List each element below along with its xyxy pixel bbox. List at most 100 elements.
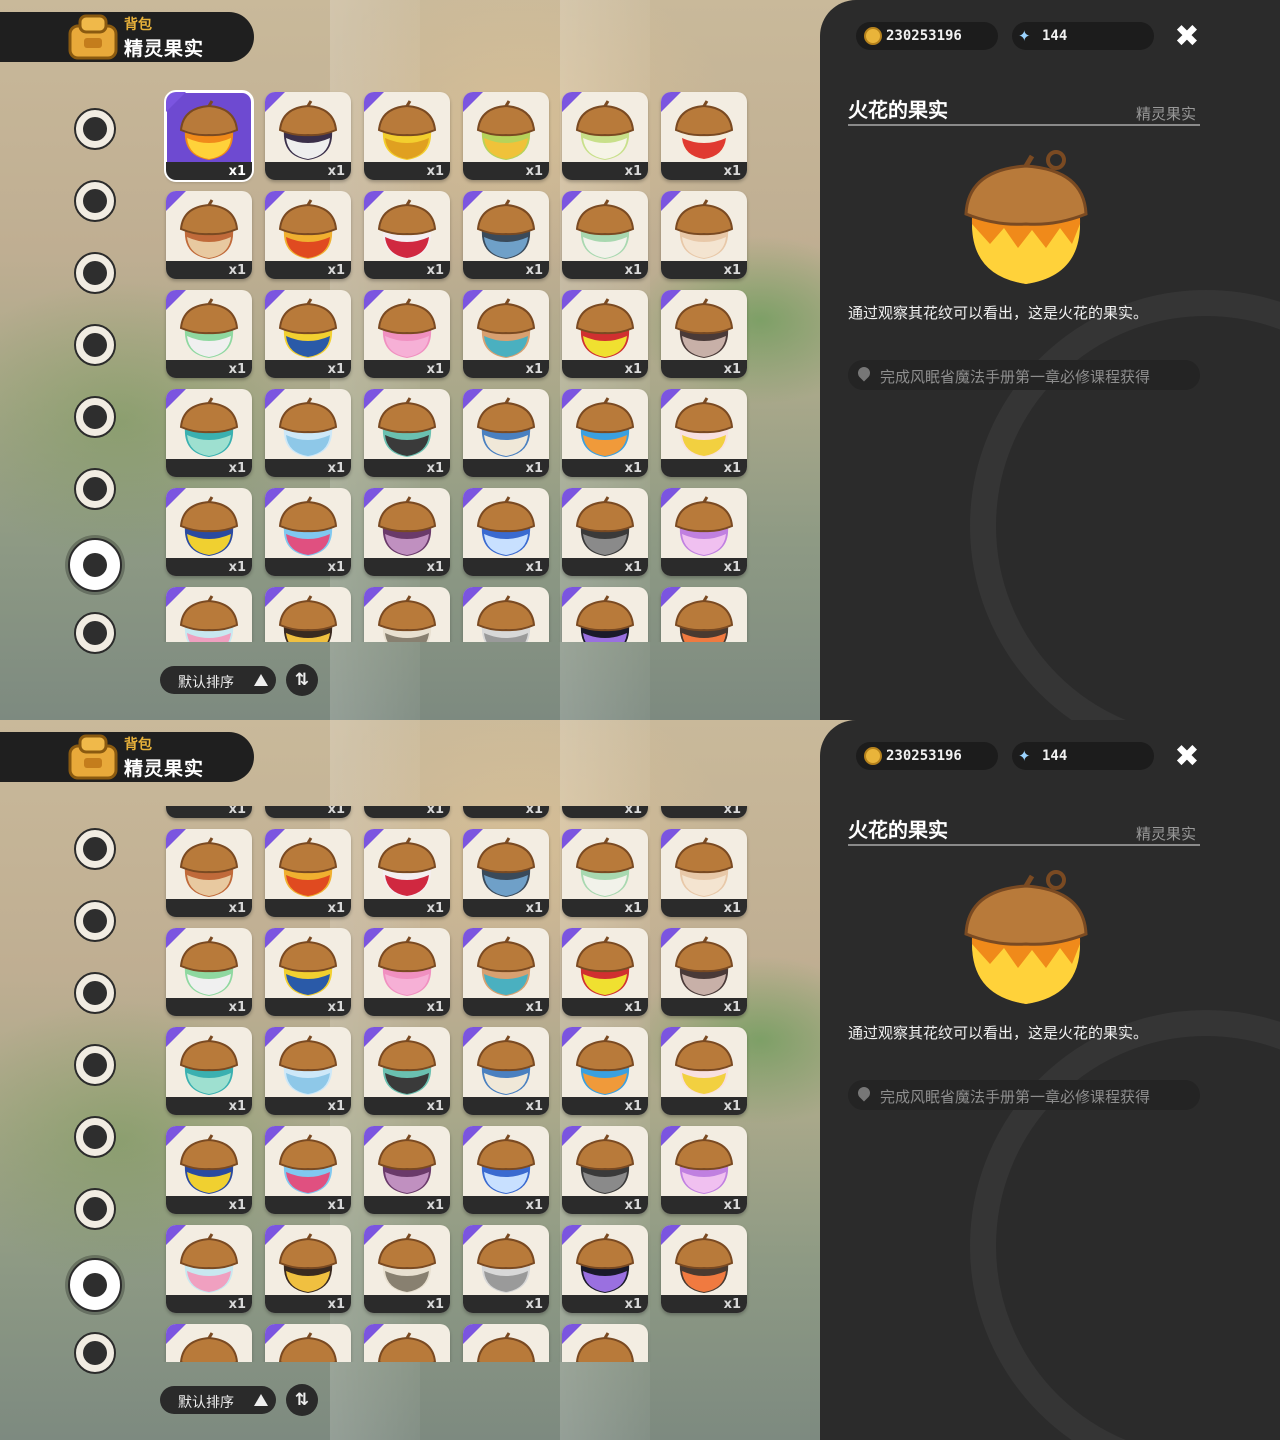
item-card[interactable]: x1 <box>463 290 549 378</box>
item-card[interactable]: x1 <box>562 829 648 917</box>
sort-order-button[interactable]: ⇅ <box>286 664 318 696</box>
item-card[interactable]: x1 <box>562 290 648 378</box>
item-card[interactable]: x1 <box>265 92 351 180</box>
item-card[interactable]: x1 <box>364 290 450 378</box>
item-card[interactable]: x1 <box>562 587 648 642</box>
item-card[interactable]: x1 <box>265 191 351 279</box>
item-card[interactable]: x1 <box>166 928 252 1016</box>
sort-dropdown[interactable]: 默认排序 <box>160 666 276 694</box>
item-card[interactable]: x1 <box>661 587 747 642</box>
item-card[interactable]: x1 <box>265 389 351 477</box>
item-card[interactable]: x1 <box>166 1027 252 1115</box>
sidebar-item-leaf[interactable] <box>74 900 116 942</box>
item-card[interactable]: x1 <box>661 290 747 378</box>
item-card[interactable]: x1 <box>166 1324 252 1362</box>
item-card[interactable]: x1 <box>364 587 450 642</box>
sidebar-item-sparkle[interactable] <box>74 252 116 294</box>
item-source[interactable]: 完成风眠省魔法手册第一章必修课程获得 <box>848 360 1200 390</box>
item-card[interactable]: x1 <box>463 389 549 477</box>
sidebar-item-crown[interactable] <box>74 396 116 438</box>
item-card[interactable]: x1 <box>661 488 747 576</box>
item-card[interactable]: x1 <box>364 829 450 917</box>
item-card[interactable]: x1 <box>562 1324 648 1362</box>
item-card[interactable]: x1 <box>463 1126 549 1214</box>
item-card[interactable]: x1 <box>166 587 252 642</box>
sidebar-item-sparkle[interactable] <box>74 972 116 1014</box>
item-card[interactable]: x1 <box>265 829 351 917</box>
item-card[interactable]: x1 <box>562 1225 648 1313</box>
sort-dropdown[interactable]: 默认排序 <box>160 1386 276 1414</box>
item-card[interactable]: x1 <box>562 389 648 477</box>
item-card[interactable]: x1 <box>463 92 549 180</box>
item-card[interactable]: x1 <box>364 928 450 1016</box>
sidebar-item-crown[interactable] <box>74 1116 116 1158</box>
item-card[interactable]: x1 <box>265 1324 351 1362</box>
item-card[interactable]: x1 <box>166 1126 252 1214</box>
sidebar-item-petal[interactable] <box>74 324 116 366</box>
item-card[interactable]: x1 <box>265 290 351 378</box>
item-card[interactable]: x1 <box>166 191 252 279</box>
item-grid-viewport[interactable]: x1 x1 x1 x1 x1 x1 x1 x1 x1 x1 x1 x1 x1 x1 x1 x1 x1 x1 x1 x1… <box>160 806 760 1362</box>
item-card[interactable]: x1 <box>661 1225 747 1313</box>
item-card[interactable]: x1 <box>661 389 747 477</box>
item-card[interactable]: x1 <box>463 1225 549 1313</box>
item-card[interactable]: x1 <box>661 806 747 818</box>
item-card[interactable]: x1 <box>562 806 648 818</box>
item-card[interactable]: x1 <box>661 829 747 917</box>
item-card[interactable]: x1 <box>265 1126 351 1214</box>
item-card[interactable]: x1 <box>166 488 252 576</box>
item-card[interactable]: x1 <box>661 1027 747 1115</box>
sidebar-item-ball[interactable] <box>74 1188 116 1230</box>
item-card[interactable]: x1 <box>661 191 747 279</box>
sidebar-item-ball[interactable] <box>74 468 116 510</box>
item-card[interactable]: x1 <box>562 928 648 1016</box>
item-card[interactable]: x1 <box>364 92 450 180</box>
close-button[interactable]: ✖ <box>1172 742 1202 772</box>
item-card[interactable]: x1 <box>463 191 549 279</box>
item-card[interactable]: x1 <box>265 587 351 642</box>
item-card[interactable]: x1 <box>562 488 648 576</box>
close-button[interactable]: ✖ <box>1172 22 1202 52</box>
sidebar-item-petal[interactable] <box>74 1044 116 1086</box>
item-card[interactable]: x1 <box>166 806 252 818</box>
item-card[interactable]: x1 <box>463 806 549 818</box>
sidebar-item-star[interactable] <box>74 828 116 870</box>
item-card[interactable]: x1 <box>463 1324 549 1362</box>
item-card[interactable]: x1 <box>166 389 252 477</box>
item-card[interactable]: x1 <box>562 1027 648 1115</box>
item-card[interactable]: x1 <box>562 92 648 180</box>
item-card[interactable]: x1 <box>166 290 252 378</box>
sidebar-item-furniture[interactable] <box>74 612 116 654</box>
item-grid-viewport[interactable]: x1 x1 x1 x1 x1 x1 x1 x1 x1 x1 x1 x1 x1 x1 x1 x1 x1 x1 x1 x1… <box>160 88 760 642</box>
item-card[interactable]: x1 <box>265 928 351 1016</box>
item-card[interactable]: x1 <box>364 488 450 576</box>
sidebar-item-fruit[interactable] <box>68 1258 122 1312</box>
item-source[interactable]: 完成风眠省魔法手册第一章必修课程获得 <box>848 1080 1200 1110</box>
item-card[interactable]: x1 <box>661 928 747 1016</box>
sidebar-item-star[interactable] <box>74 108 116 150</box>
item-card[interactable]: x1 <box>265 488 351 576</box>
item-card[interactable]: x1 <box>166 1225 252 1313</box>
item-card[interactable]: x1 <box>463 829 549 917</box>
item-card[interactable]: x1 <box>463 587 549 642</box>
item-card[interactable]: x1 <box>364 1324 450 1362</box>
item-card[interactable]: x1 <box>364 1027 450 1115</box>
sidebar-item-fruit[interactable] <box>68 538 122 592</box>
item-card[interactable]: x1 <box>265 1027 351 1115</box>
item-card[interactable]: x1 <box>562 191 648 279</box>
item-card[interactable]: x1 <box>265 1225 351 1313</box>
item-card[interactable]: x1 <box>364 191 450 279</box>
item-card[interactable]: x1 <box>463 928 549 1016</box>
sort-order-button[interactable]: ⇅ <box>286 1384 318 1416</box>
item-card[interactable]: x1 <box>463 1027 549 1115</box>
item-card[interactable]: x1 <box>364 1225 450 1313</box>
item-card[interactable]: x1 <box>265 806 351 818</box>
item-card[interactable]: x1 <box>661 92 747 180</box>
sidebar-item-furniture[interactable] <box>74 1332 116 1374</box>
sidebar-item-leaf[interactable] <box>74 180 116 222</box>
item-card[interactable]: x1 <box>364 806 450 818</box>
item-card[interactable]: x1 <box>463 488 549 576</box>
item-card[interactable]: x1 <box>661 1126 747 1214</box>
item-card[interactable]: x1 <box>166 829 252 917</box>
item-card[interactable]: x1 <box>364 1126 450 1214</box>
